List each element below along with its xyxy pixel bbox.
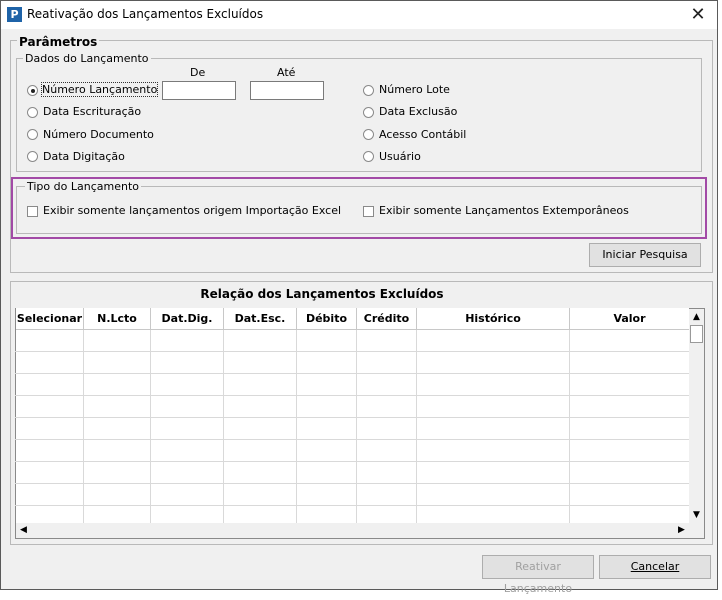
ate-input[interactable] (250, 81, 324, 100)
col-credito[interactable]: Crédito (357, 308, 417, 330)
parametros-title: Parâmetros (17, 35, 100, 49)
dialog-window: P Reativação dos Lançamentos Excluídos ✕… (0, 0, 718, 595)
grid-vline (416, 330, 417, 523)
label-extemporaneos: Exibir somente Lançamentos Extemporâneos (379, 204, 629, 217)
reativar-lancamento-button[interactable]: Reativar Lançamento (482, 555, 594, 595)
col-selecionar[interactable]: Selecionar (16, 308, 84, 330)
col-valor[interactable]: Valor (570, 308, 689, 330)
grid-row-line (15, 373, 689, 374)
horizontal-scrollbar[interactable] (16, 523, 689, 538)
radio-numero-lote[interactable] (363, 85, 374, 96)
grid-row-line (15, 417, 689, 418)
grid-row-line (15, 505, 689, 506)
grid-vline (569, 330, 570, 523)
label-numero-lote: Número Lote (379, 83, 450, 96)
grid-row-line (15, 439, 689, 440)
label-data-digitacao: Data Digitação (43, 150, 125, 163)
grid-row-line (15, 483, 689, 484)
radio-usuario[interactable] (363, 151, 374, 162)
app-icon: P (7, 7, 22, 22)
grid-row-line (15, 395, 689, 396)
grid-vline (356, 330, 357, 523)
scroll-up-icon[interactable]: ▲ (689, 309, 704, 325)
grid-row-line (15, 351, 689, 352)
label-numero-documento: Número Documento (43, 128, 154, 141)
radio-numero-lancamento[interactable] (27, 85, 38, 96)
grid-vline (296, 330, 297, 523)
radio-data-exclusao[interactable] (363, 107, 374, 118)
radio-acesso-contabil[interactable] (363, 129, 374, 140)
grid-row-line (15, 461, 689, 462)
scroll-left-icon[interactable]: ◀ (16, 523, 31, 538)
label-data-exclusao: Data Exclusão (379, 105, 458, 118)
col-historico[interactable]: Histórico (417, 308, 570, 330)
col-nlcto[interactable]: N.Lcto (84, 308, 151, 330)
col-debito[interactable]: Débito (297, 308, 357, 330)
check-extemporaneos[interactable] (363, 206, 374, 217)
tipo-lancamento-legend: Tipo do Lançamento (25, 180, 141, 193)
cancelar-button[interactable]: Cancelar (599, 555, 711, 579)
label-acesso-contabil: Acesso Contábil (379, 128, 467, 141)
col-datdig[interactable]: Dat.Dig. (151, 308, 224, 330)
scroll-right-icon[interactable]: ▶ (674, 523, 689, 538)
dados-lancamento-legend: Dados do Lançamento (23, 52, 151, 65)
close-icon[interactable]: ✕ (683, 3, 713, 27)
radio-numero-documento[interactable] (27, 129, 38, 140)
label-importacao-excel: Exibir somente lançamentos origem Import… (43, 204, 342, 217)
col-ate-label: Até (277, 66, 296, 79)
grid-vline (150, 330, 151, 523)
grid-vline (223, 330, 224, 523)
window-title: Reativação dos Lançamentos Excluídos (27, 7, 264, 21)
title-bar: P Reativação dos Lançamentos Excluídos ✕ (1, 1, 717, 29)
iniciar-pesquisa-button[interactable]: Iniciar Pesquisa (589, 243, 701, 267)
scroll-corner (689, 523, 704, 538)
label-data-escrituracao: Data Escrituração (43, 105, 142, 118)
grid-vline (83, 330, 84, 523)
col-de-label: De (190, 66, 206, 79)
check-importacao-excel[interactable] (27, 206, 38, 217)
radio-data-escrituracao[interactable] (27, 107, 38, 118)
scroll-thumb[interactable] (690, 325, 703, 343)
scroll-down-icon[interactable]: ▼ (689, 508, 704, 523)
relacao-title: Relação dos Lançamentos Excluídos (200, 287, 444, 301)
de-input[interactable] (162, 81, 236, 100)
radio-data-digitacao[interactable] (27, 151, 38, 162)
label-numero-lancamento: Número Lançamento (40, 82, 159, 97)
col-datesc[interactable]: Dat.Esc. (224, 308, 297, 330)
label-usuario: Usuário (379, 150, 421, 163)
